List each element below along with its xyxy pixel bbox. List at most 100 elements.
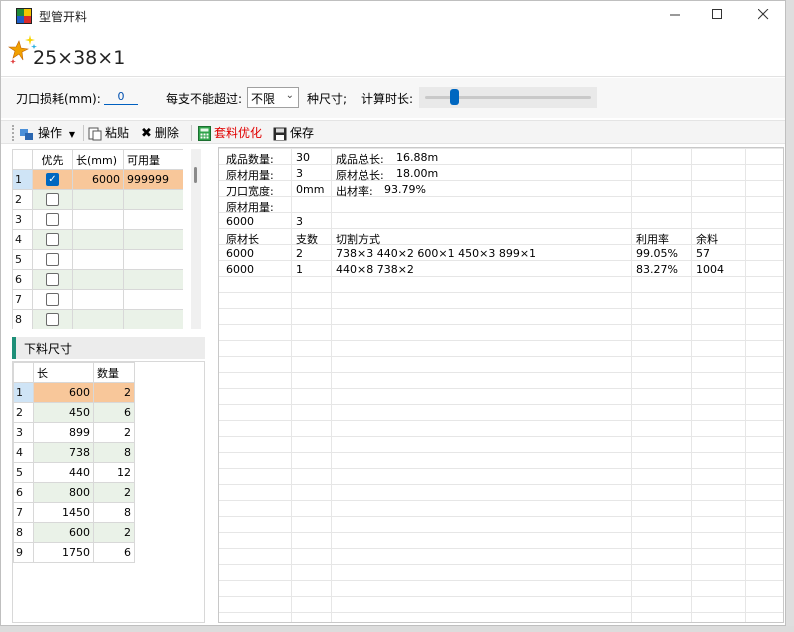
length-cell[interactable]: 1450	[33, 502, 94, 523]
table-row[interactable]: 6 800 2	[13, 482, 135, 503]
calc-time-slider[interactable]	[419, 87, 597, 108]
priority-cell[interactable]	[32, 209, 73, 230]
quantity-cell[interactable]: 2	[93, 382, 135, 403]
length-cell[interactable]: 899	[33, 422, 94, 443]
cut-table-body: 1 600 2 2 450 6 3 899 2 4 738 8 5 440 12…	[13, 382, 135, 563]
length-cell[interactable]	[72, 229, 124, 250]
table-row[interactable]: 2 450 6	[13, 402, 135, 423]
paste-button[interactable]: 粘贴	[88, 124, 129, 142]
length-cell[interactable]	[72, 269, 124, 290]
length-cell[interactable]: 600	[33, 522, 94, 543]
length-cell[interactable]	[72, 289, 124, 310]
available-cell[interactable]	[123, 209, 183, 230]
length-cell[interactable]	[72, 209, 124, 230]
table-row[interactable]: 5	[12, 249, 183, 270]
close-button[interactable]	[743, 3, 783, 29]
minimize-icon	[669, 14, 680, 16]
stock-table-scrollbar[interactable]	[191, 149, 201, 329]
length-cell[interactable]: 1750	[33, 542, 94, 563]
table-row[interactable]: 4	[12, 229, 183, 250]
usage-count: 3	[296, 215, 303, 228]
optimize-button[interactable]: 套料优化	[198, 124, 262, 142]
quantity-cell[interactable]: 2	[93, 482, 135, 503]
maximize-button[interactable]	[697, 3, 737, 29]
table-row[interactable]: 1 600 2	[13, 382, 135, 403]
quantity-cell[interactable]: 8	[93, 502, 135, 523]
save-label: 保存	[290, 126, 315, 140]
column-header-priority[interactable]: 优先	[32, 149, 73, 170]
column-header-length[interactable]: 长	[33, 362, 94, 383]
delete-button[interactable]: ✖ 删除	[141, 124, 179, 142]
max-length-select[interactable]: 不限 ⌄	[247, 87, 299, 108]
result-sheet[interactable]: 成品数量: 30 成品总长: 16.88m 原材用量: 3 原材总长: 18.0…	[218, 147, 784, 623]
usage-length: 6000	[226, 215, 254, 228]
table-row[interactable]: 9 1750 6	[13, 542, 135, 563]
product-total-label: 成品总长:	[336, 153, 384, 166]
table-row[interactable]: 1 ✓ 6000 999999	[12, 169, 183, 190]
priority-cell[interactable]	[32, 289, 73, 310]
checkbox[interactable]	[46, 253, 59, 267]
length-cell[interactable]: 6000	[72, 169, 124, 190]
table-row[interactable]: 5 440 12	[13, 462, 135, 483]
plan-header-remainder: 余料	[696, 233, 718, 246]
available-cell[interactable]	[123, 289, 183, 310]
quantity-cell[interactable]: 12	[93, 462, 135, 483]
length-cell[interactable]: 738	[33, 442, 94, 463]
quantity-cell[interactable]: 6	[93, 402, 135, 423]
checkbox[interactable]	[46, 213, 59, 227]
priority-cell[interactable]	[32, 189, 73, 210]
slider-thumb[interactable]	[450, 89, 459, 105]
row-number: 5	[13, 462, 34, 483]
app-window: 型管开料 25×38×1 刀口损耗(mm): 每支不能超过: 不限 ⌄ 种尺寸;…	[0, 0, 786, 626]
quantity-cell[interactable]: 2	[93, 522, 135, 543]
table-row[interactable]: 4 738 8	[13, 442, 135, 463]
priority-cell[interactable]	[32, 269, 73, 290]
length-cell[interactable]: 800	[33, 482, 94, 503]
operate-button[interactable]: 操作 ▼	[19, 124, 75, 142]
priority-cell[interactable]: ✓	[32, 169, 73, 190]
row-number: 3	[13, 422, 34, 443]
checkbox[interactable]	[46, 273, 59, 287]
length-cell[interactable]	[72, 249, 124, 270]
quantity-cell[interactable]: 6	[93, 542, 135, 563]
quantity-cell[interactable]: 2	[93, 422, 135, 443]
checkbox[interactable]	[46, 313, 59, 327]
length-cell[interactable]	[72, 189, 124, 210]
available-cell[interactable]	[123, 269, 183, 290]
priority-cell[interactable]	[32, 249, 73, 270]
available-cell[interactable]	[123, 229, 183, 250]
quantity-cell[interactable]: 8	[93, 442, 135, 463]
table-row[interactable]: 7 1450 8	[13, 502, 135, 523]
available-cell[interactable]	[123, 189, 183, 210]
minimize-button[interactable]	[655, 3, 695, 29]
available-cell[interactable]	[123, 309, 183, 329]
column-header-available[interactable]: 可用量	[123, 149, 183, 170]
column-header-length[interactable]: 长(mm)	[72, 149, 124, 170]
length-cell[interactable]: 450	[33, 402, 94, 423]
priority-cell[interactable]	[32, 229, 73, 250]
table-row[interactable]: 3 899 2	[13, 422, 135, 443]
table-row[interactable]: 6	[12, 269, 183, 290]
scrollbar-thumb[interactable]	[194, 167, 197, 183]
save-button[interactable]: 保存	[273, 124, 314, 142]
available-cell[interactable]: 999999	[123, 169, 183, 190]
checkbox-checked[interactable]: ✓	[46, 173, 59, 187]
table-row[interactable]: 8	[12, 309, 183, 329]
length-cell[interactable]	[72, 309, 124, 329]
table-row[interactable]: 7	[12, 289, 183, 310]
checkbox[interactable]	[46, 293, 59, 307]
table-row[interactable]: 8 600 2	[13, 522, 135, 543]
length-cell[interactable]: 600	[33, 382, 94, 403]
checkbox[interactable]	[46, 233, 59, 247]
kerf-input[interactable]	[104, 89, 138, 105]
operate-label: 操作	[38, 126, 63, 140]
column-header-quantity[interactable]: 数量	[93, 362, 135, 383]
priority-cell[interactable]	[32, 309, 73, 329]
app-icon	[16, 8, 32, 24]
parameters-bar: 刀口损耗(mm): 每支不能超过: 不限 ⌄ 种尺寸; 计算时长:	[1, 78, 785, 118]
table-row[interactable]: 2	[12, 189, 183, 210]
table-row[interactable]: 3	[12, 209, 183, 230]
length-cell[interactable]: 440	[33, 462, 94, 483]
available-cell[interactable]	[123, 249, 183, 270]
checkbox[interactable]	[46, 193, 59, 207]
